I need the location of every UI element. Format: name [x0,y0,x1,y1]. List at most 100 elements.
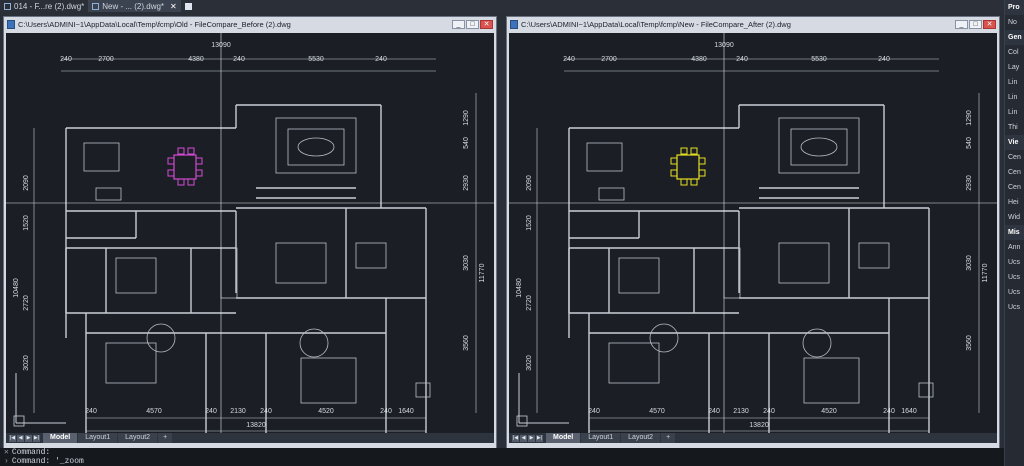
prop-ucs-name[interactable]: Ucs [1005,300,1024,315]
first-layout-icon[interactable]: |◀ [9,434,16,442]
window-titlebar[interactable]: C:\Users\ADMINI~1\AppData\Local\Temp\fcm… [507,17,999,31]
furniture-shape [95,187,122,201]
furniture-shape [918,382,934,398]
dimension-text: 240 [260,408,272,415]
command-line[interactable]: ✕ Command: › Command: '_zoom [0,448,1004,466]
add-layout-button[interactable]: + [158,433,173,443]
changed-dining-chair [670,169,678,177]
dimension-text: 4570 [146,408,162,415]
dwg-file-icon [510,19,518,29]
furniture-shape [790,128,848,166]
model-space-canvas[interactable]: 13090 240 2700 4380 240 5530 240 240 4570 240 2130… [509,33,997,433]
prop-color[interactable]: Col [1005,45,1024,60]
general-section[interactable]: Gen [1005,30,1024,45]
prop-ucs-at-origin[interactable]: Ucs [1005,270,1024,285]
first-layout-icon[interactable]: |◀ [512,434,519,442]
dimension-text: 1640 [398,408,414,415]
close-tab-icon[interactable]: ✕ [170,2,177,11]
command-input[interactable]: Command: '_zoom [12,457,84,466]
last-layout-icon[interactable]: ▶| [536,434,543,442]
prop-thickness[interactable]: Thi [1005,120,1024,135]
dimension-text: 1640 [901,408,917,415]
prop-center-x[interactable]: Cen [1005,150,1024,165]
window-titlebar[interactable]: C:\Users\ADMINI~1\AppData\Local\Temp\fcm… [4,17,496,31]
view-section[interactable]: Vie [1005,135,1024,150]
selection-dropdown[interactable]: No [1005,15,1024,30]
properties-header: Pro [1005,0,1024,15]
close-icon[interactable]: ✕ [4,448,9,457]
furniture-shape [275,242,327,284]
prop-ucs-icon-on[interactable]: Ucs [1005,255,1024,270]
doc-tab-new[interactable]: New - ... (2).dwg* ✕ [88,0,181,12]
dimension-text: 10480 [516,278,523,298]
dimension-text: 1290 [966,110,973,126]
changed-dining-chair [698,169,706,177]
dimension-text: 540 [463,137,470,149]
changed-dining-chair [690,178,698,186]
tab-layout1[interactable]: Layout1 [581,433,621,443]
floor-plan-drawing: 13090240 2700 4380 240 5530 240240 4570 240 2130… [6,33,494,433]
prop-ucs-per-viewport[interactable]: Ucs [1005,285,1024,300]
minimize-button[interactable]: _ [955,19,968,29]
prop-linetype[interactable]: Lin [1005,75,1024,90]
new-tab-button[interactable] [181,0,196,12]
dimension-text: 4380 [188,56,204,63]
minimize-button[interactable]: _ [452,19,465,29]
prop-center-y[interactable]: Cen [1005,165,1024,180]
prev-layout-icon[interactable]: ◀ [17,434,24,442]
tab-model[interactable]: Model [43,433,78,443]
furniture-shape [858,242,890,269]
doc-tab-label: 014 - F...re (2).dwg* [14,1,85,11]
changed-dining-chair [698,157,706,165]
furniture-shape [287,128,345,166]
furniture-shape [803,357,860,404]
last-layout-icon[interactable]: ▶| [33,434,40,442]
floor-plan-drawing: 13090240 2700 4380 240 5530 240240 4570 240 2130… [509,33,997,433]
prop-linetype-scale[interactable]: Lin [1005,90,1024,105]
maximize-button[interactable]: □ [466,19,479,29]
tab-layout1[interactable]: Layout1 [78,433,118,443]
doc-tab-old[interactable]: 014 - F...re (2).dwg* [0,0,88,12]
prop-height[interactable]: Hei [1005,195,1024,210]
dimension-text: 2930 [463,175,470,191]
maximize-button[interactable]: □ [969,19,982,29]
dimension-text: 240 [205,408,217,415]
dimension-text: 540 [966,137,973,149]
furniture-shape [300,357,357,404]
new-document-icon [184,2,192,10]
add-layout-button[interactable]: + [661,433,676,443]
window-title: C:\Users\ADMINI~1\AppData\Local\Temp\fcm… [521,19,791,29]
next-layout-icon[interactable]: ▶ [528,434,535,442]
close-button[interactable]: ✕ [480,19,493,29]
furniture-shape [105,342,157,384]
model-space-canvas[interactable]: 13090 240 2700 4380 240 5530 240 240 4570 240 2130… [6,33,494,433]
furniture-shape [800,137,838,157]
tab-layout2[interactable]: Layout2 [118,433,158,443]
next-layout-icon[interactable]: ▶ [25,434,32,442]
dimension-text: 3560 [966,335,973,351]
prop-center-z[interactable]: Cen [1005,180,1024,195]
dimension-text: 240 [708,408,720,415]
right-drawing-window: C:\Users\ADMINI~1\AppData\Local\Temp\fcm… [506,16,1000,456]
dimension-text: 10480 [13,278,20,298]
dimension-text: 2720 [526,295,533,311]
prop-width[interactable]: Wid [1005,210,1024,225]
prev-layout-icon[interactable]: ◀ [520,434,527,442]
dimension-text: 3030 [463,255,470,271]
close-button[interactable]: ✕ [983,19,996,29]
tab-model[interactable]: Model [546,433,581,443]
dimension-text: 240 [60,56,72,63]
tab-layout2[interactable]: Layout2 [621,433,661,443]
dimension-text: 2700 [98,56,114,63]
changed-dining-chair [195,169,203,177]
layout-tab-bar: |◀ ◀ ▶ ▶| Model Layout1 Layout2 + [6,433,494,443]
dimension-text: 13090 [714,42,734,49]
dimension-text: 11770 [479,263,486,282]
dimension-text: 240 [375,56,387,63]
dwg-file-icon [92,2,100,10]
prop-annotation-scale[interactable]: Ann [1005,240,1024,255]
misc-section[interactable]: Mis [1005,225,1024,240]
changed-dining-chair [187,178,195,186]
prop-layer[interactable]: Lay [1005,60,1024,75]
prop-lineweight[interactable]: Lin [1005,105,1024,120]
